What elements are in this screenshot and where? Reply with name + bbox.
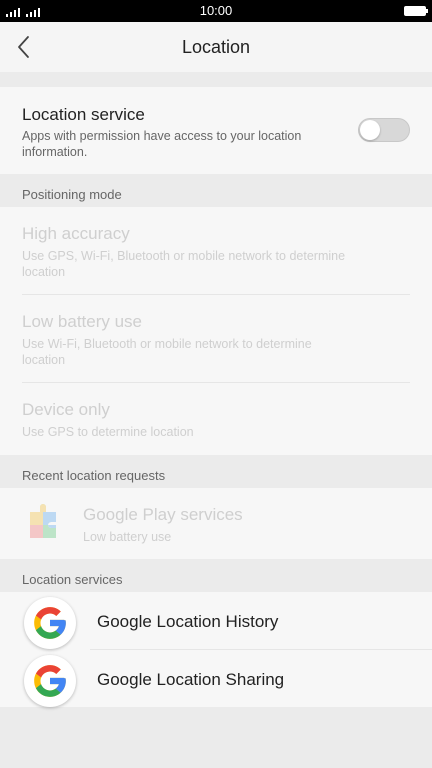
service-label: Google Location Sharing (97, 670, 285, 689)
status-bar: 10:00 (0, 0, 432, 22)
option-description: Use Wi-Fi, Bluetooth or mobile network t… (22, 337, 312, 367)
location-service-title: Location service (22, 105, 145, 124)
status-time: 10:00 (199, 3, 233, 18)
app-header: Location (0, 22, 432, 72)
recent-request-name: Google Play services (83, 505, 243, 524)
divider (90, 649, 432, 650)
service-label: Google Location History (97, 612, 279, 631)
location-service-description: Apps with permission have access to your… (22, 129, 302, 159)
location-services-list: Google Location History Google Location … (0, 592, 432, 707)
option-title: Low battery use (22, 312, 143, 331)
option-title: High accuracy (22, 224, 130, 243)
page-title: Location (181, 37, 251, 57)
positioning-mode-label: Positioning mode (22, 187, 122, 202)
location-service-toggle[interactable] (358, 118, 410, 142)
option-description: Use GPS, Wi-Fi, Bluetooth or mobile netw… (22, 249, 346, 279)
divider (22, 294, 410, 295)
google-g-icon (24, 655, 76, 707)
positioning-mode-list: High accuracy Use GPS, Wi-Fi, Bluetooth … (0, 207, 432, 455)
option-title: Device only (22, 400, 110, 419)
location-services-label: Location services (22, 572, 123, 587)
recent-request-detail: Low battery use (83, 530, 172, 544)
battery-icon (404, 6, 428, 16)
divider (22, 382, 410, 383)
google-play-services-icon (30, 504, 56, 538)
google-g-icon (24, 597, 76, 649)
option-description: Use GPS to determine location (22, 425, 194, 439)
recent-request-item[interactable]: Google Play services Low battery use (0, 488, 432, 559)
recent-requests-label: Recent location requests (22, 468, 166, 483)
toggle-knob (360, 120, 380, 140)
